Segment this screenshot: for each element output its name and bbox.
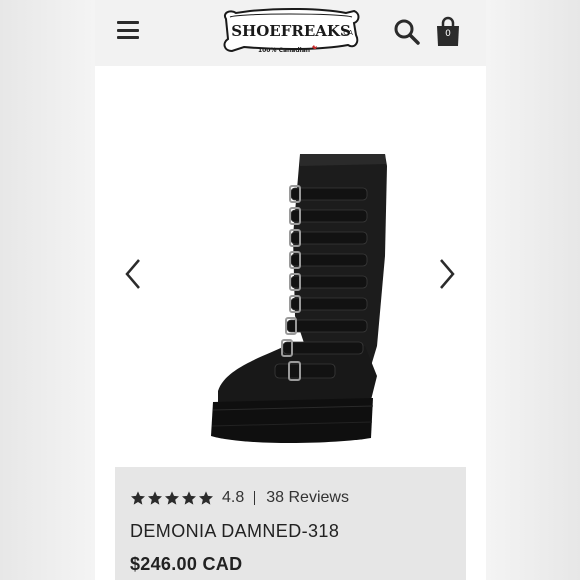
background-left — [0, 0, 95, 580]
product-info-panel: 4.8 38 Reviews DEMONIA DAMNED-318 $246.0… — [115, 467, 466, 580]
star-icon — [182, 491, 196, 505]
logo-suffix: .CA — [341, 29, 353, 37]
cart-count: 0 — [445, 29, 451, 39]
star-icon — [165, 491, 179, 505]
site-header: SHOEFREAKS .CA 100% Canadian 0 — [95, 0, 486, 66]
logo-tagline: 100% Canadian — [258, 47, 310, 54]
rating-value: 4.8 — [222, 489, 245, 506]
background-right — [486, 0, 580, 580]
product-gallery: 4.8 38 Reviews DEMONIA DAMNED-318 $246.0… — [95, 66, 486, 580]
search-icon[interactable] — [393, 18, 421, 46]
star-icon — [131, 491, 145, 505]
product-image[interactable] — [115, 106, 466, 451]
product-title: DEMONIA DAMNED-318 — [130, 521, 340, 541]
star-icon — [148, 491, 162, 505]
hamburger-menu-icon[interactable] — [117, 21, 139, 39]
rating-row: 4.8 38 Reviews — [130, 489, 349, 507]
product-price: $246.00 CAD — [130, 554, 243, 574]
site-logo[interactable]: SHOEFREAKS .CA 100% Canadian — [220, 5, 362, 57]
logo-text: SHOEFREAKS — [231, 22, 351, 40]
reviews-link[interactable]: 38 Reviews — [266, 489, 349, 507]
star-icon — [199, 491, 213, 505]
rating-separator — [254, 491, 256, 505]
chevron-left-icon[interactable] — [123, 258, 143, 290]
shopping-bag-icon[interactable]: 0 — [435, 15, 461, 47]
star-rating — [130, 490, 214, 506]
chevron-right-icon[interactable] — [437, 258, 457, 290]
